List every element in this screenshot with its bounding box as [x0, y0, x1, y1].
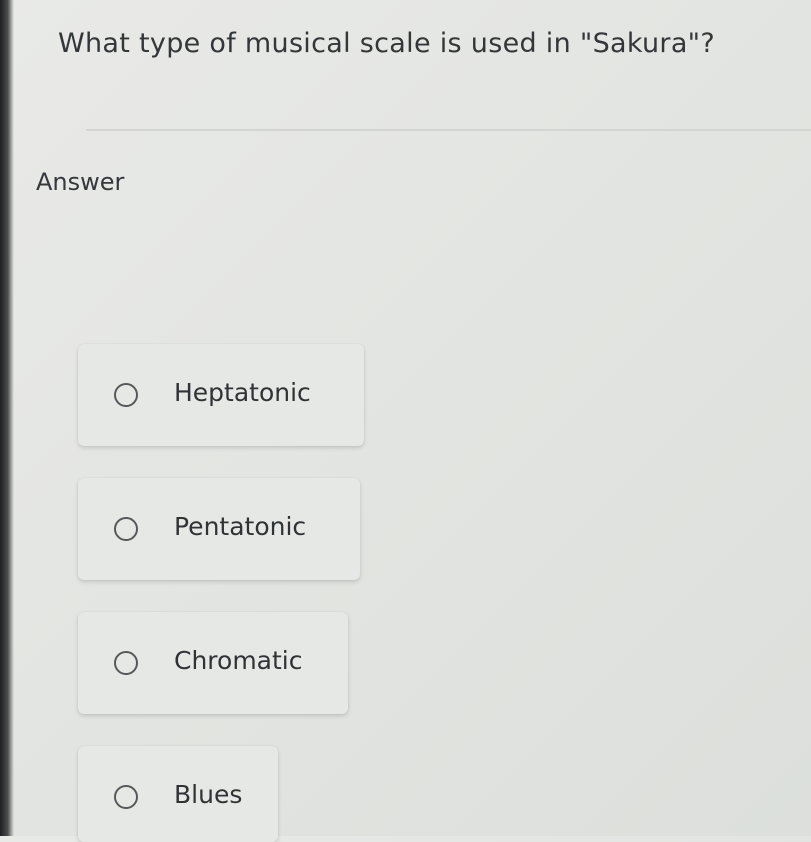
answer-heading: Answer	[36, 168, 125, 196]
radio-button-icon[interactable]	[114, 651, 138, 675]
radio-button-icon[interactable]	[114, 517, 138, 541]
radio-button-icon[interactable]	[114, 383, 138, 407]
option-heptatonic[interactable]: Heptatonic	[78, 344, 364, 446]
radio-button-icon[interactable]	[114, 785, 138, 809]
option-label: Pentatonic	[174, 512, 307, 541]
option-chromatic[interactable]: Chromatic	[78, 612, 348, 714]
screen-edge-shadow	[0, 0, 14, 836]
option-pentatonic[interactable]: Pentatonic	[78, 478, 360, 580]
question-text: What type of musical scale is used in "S…	[58, 28, 716, 59]
option-label: Heptatonic	[174, 378, 311, 407]
option-label: Blues	[174, 780, 243, 809]
option-blues[interactable]: Blues	[78, 746, 278, 842]
divider	[86, 129, 811, 131]
option-label: Chromatic	[174, 646, 303, 675]
